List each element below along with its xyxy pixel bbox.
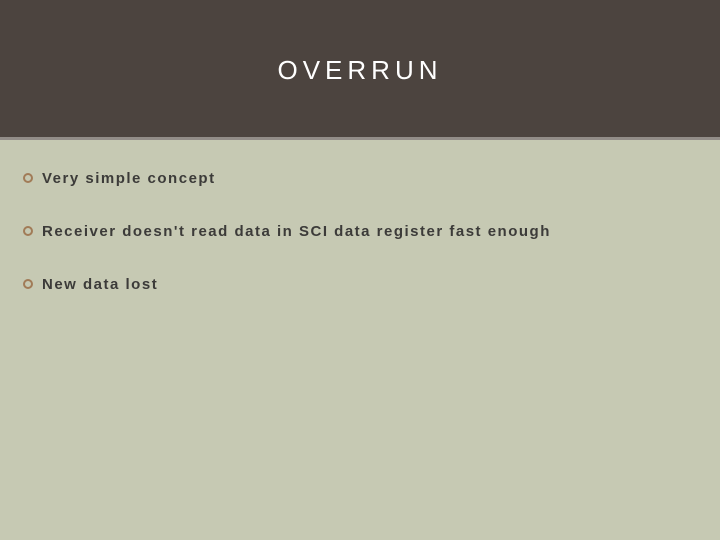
slide-title: OVERRUN bbox=[277, 55, 442, 86]
list-item: New data lost bbox=[22, 274, 698, 295]
slide: OVERRUN Very simple concept Receiver doe… bbox=[0, 0, 720, 540]
title-bar: OVERRUN bbox=[0, 0, 720, 140]
bullet-text: Receiver doesn't read data in SCI data r… bbox=[42, 221, 551, 242]
list-item: Receiver doesn't read data in SCI data r… bbox=[22, 221, 698, 242]
slide-body: Very simple concept Receiver doesn't rea… bbox=[0, 140, 720, 295]
list-item: Very simple concept bbox=[22, 168, 698, 189]
bullet-text: Very simple concept bbox=[42, 168, 216, 189]
bullet-icon bbox=[22, 172, 34, 184]
bullet-text: New data lost bbox=[42, 274, 158, 295]
title-underline bbox=[0, 137, 720, 140]
bullet-icon bbox=[22, 225, 34, 237]
bullet-icon bbox=[22, 278, 34, 290]
